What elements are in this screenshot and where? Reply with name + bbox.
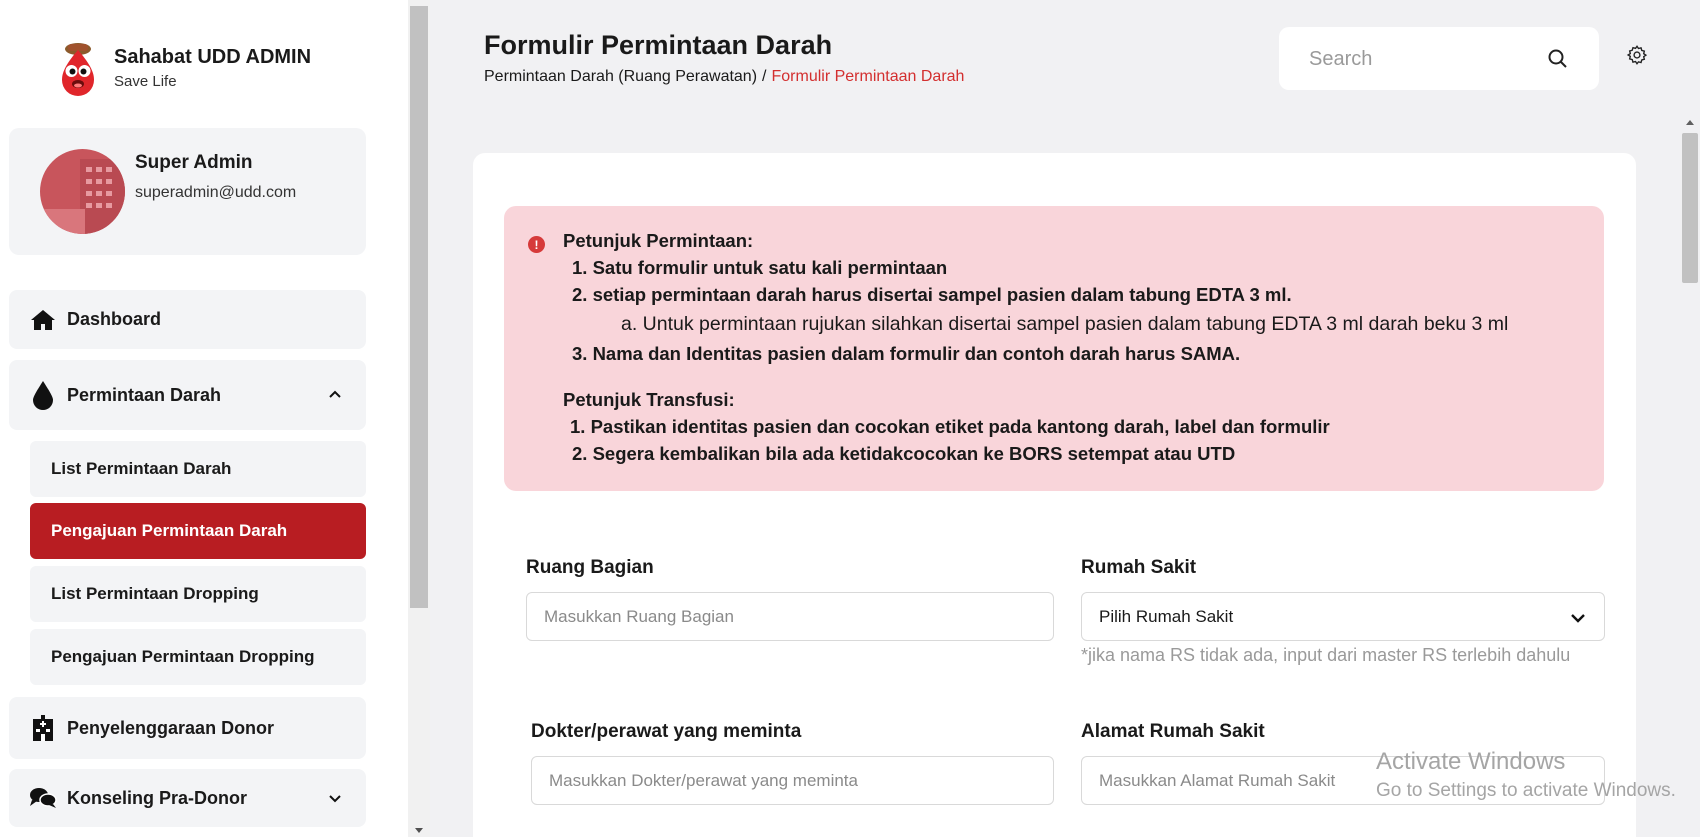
brand[interactable]: Sahabat UDD ADMIN Save Life — [56, 40, 311, 96]
profile-name: Super Admin — [135, 152, 253, 173]
gear-icon[interactable] — [1626, 44, 1648, 66]
alert-subitem: a. Untuk permintaan rujukan silahkan dis… — [621, 313, 1509, 335]
sidebar-item-penyelenggaraan-donor[interactable]: Penyelenggaraan Donor — [9, 697, 366, 759]
sidebar-subitem-label: Pengajuan Permintaan Darah — [51, 521, 288, 540]
rumah-sakit-selected: Pilih Rumah Sakit — [1099, 607, 1234, 626]
sidebar-item-label: Penyelenggaraan Donor — [67, 717, 275, 738]
sidebar-subitem-label: List Permintaan Dropping — [51, 584, 259, 603]
alamat-field — [1081, 756, 1605, 805]
main-scrollbar-thumb[interactable] — [1682, 133, 1698, 283]
rumah-sakit-hint: *jika nama RS tidak ada, input dari mast… — [1081, 645, 1571, 665]
breadcrumb-current: Formulir Permintaan Darah — [771, 68, 965, 85]
rumah-sakit-select[interactable]: Pilih Rumah Sakit — [1081, 592, 1605, 641]
alert-item: 1. Pastikan identitas pasien dan cocokan… — [570, 416, 1330, 437]
alert-heading: Petunjuk Permintaan: — [563, 230, 754, 251]
chevron-up-icon — [329, 390, 341, 398]
form-card: ! Petunjuk Permintaan: 1. Satu formulir … — [473, 153, 1636, 837]
search-input[interactable] — [1309, 45, 1529, 73]
brand-title: Sahabat UDD ADMIN — [114, 46, 312, 68]
hospital-icon — [29, 714, 57, 742]
dokter-field — [531, 756, 1054, 805]
alert-item: 1. Satu formulir untuk satu kali permint… — [572, 257, 948, 278]
alamat-input[interactable] — [1082, 757, 1604, 804]
dokter-input[interactable] — [532, 757, 1053, 804]
avatar — [40, 149, 125, 234]
chevron-down-icon — [329, 795, 341, 803]
search-icon[interactable] — [1547, 48, 1569, 70]
dokter-label: Dokter/perawat yang meminta — [531, 721, 802, 742]
sidebar-subitem-pengajuan-permintaan-darah[interactable]: Pengajuan Permintaan Darah — [30, 503, 366, 559]
sidebar-item-dashboard[interactable]: Dashboard — [9, 290, 366, 349]
sidebar-subitem-list-permintaan-darah[interactable]: List Permintaan Darah — [30, 441, 366, 497]
scroll-up-arrow-icon[interactable] — [1686, 120, 1694, 125]
profile-email: superadmin@udd.com — [135, 184, 297, 201]
sidebar-item-label: Permintaan Darah — [67, 384, 222, 405]
scroll-down-arrow-icon[interactable] — [415, 828, 423, 833]
rumah-sakit-label: Rumah Sakit — [1081, 557, 1197, 578]
sidebar-subitem-label: List Permintaan Darah — [51, 459, 232, 478]
alert-item: 3. Nama dan Identitas pasien dalam formu… — [572, 343, 1241, 364]
sidebar: Sahabat UDD ADMIN Save Life Super Admin … — [0, 0, 408, 837]
profile-card[interactable]: Super Admin superadmin@udd.com — [9, 128, 366, 255]
sidebar-scrollbar-thumb[interactable] — [410, 6, 428, 608]
alamat-label: Alamat Rumah Sakit — [1081, 721, 1265, 742]
ruang-bagian-input[interactable] — [527, 593, 1053, 640]
sidebar-subitem-label: Pengajuan Permintaan Dropping — [51, 647, 315, 666]
blood-drop-icon — [29, 381, 57, 410]
breadcrumb: Permintaan Darah (Ruang Perawatan) / Formu… — [484, 68, 964, 86]
alert-item: 2. Segera kembalikan bila ada ketidakcoc… — [572, 443, 1236, 464]
brand-subtitle: Save Life — [114, 73, 177, 90]
mascot-logo-icon — [62, 43, 94, 96]
instructions-alert: ! Petunjuk Permintaan: 1. Satu formulir … — [504, 206, 1604, 491]
sidebar-item-konseling-pra-donor[interactable]: Konseling Pra-Donor — [9, 769, 366, 827]
page-title: Formulir Permintaan Darah — [484, 30, 833, 60]
exclamation-icon: ! — [528, 236, 545, 253]
ruang-bagian-field — [526, 592, 1054, 641]
main-scrollbar[interactable] — [1680, 112, 1700, 837]
search-box — [1279, 27, 1599, 90]
sidebar-subitem-pengajuan-permintaan-dropping[interactable]: Pengajuan Permintaan Dropping — [30, 629, 366, 685]
alert-heading: Petunjuk Transfusi: — [563, 389, 735, 410]
alert-item: 2. setiap permintaan darah harus diserta… — [572, 284, 1292, 305]
chat-icon — [29, 784, 57, 812]
home-icon — [29, 306, 57, 334]
sidebar-item-permintaan-darah[interactable]: Permintaan Darah — [9, 360, 366, 430]
sidebar-subitem-list-permintaan-dropping[interactable]: List Permintaan Dropping — [30, 566, 366, 622]
sidebar-scrollbar[interactable] — [408, 0, 430, 837]
sidebar-item-label: Dashboard — [67, 309, 162, 329]
chevron-down-icon — [1571, 614, 1585, 623]
sidebar-item-label: Konseling Pra-Donor — [67, 787, 248, 808]
ruang-bagian-label: Ruang Bagian — [526, 557, 654, 578]
breadcrumb-separator: / — [762, 68, 767, 85]
breadcrumb-parent[interactable]: Permintaan Darah (Ruang Perawatan) — [484, 68, 757, 85]
